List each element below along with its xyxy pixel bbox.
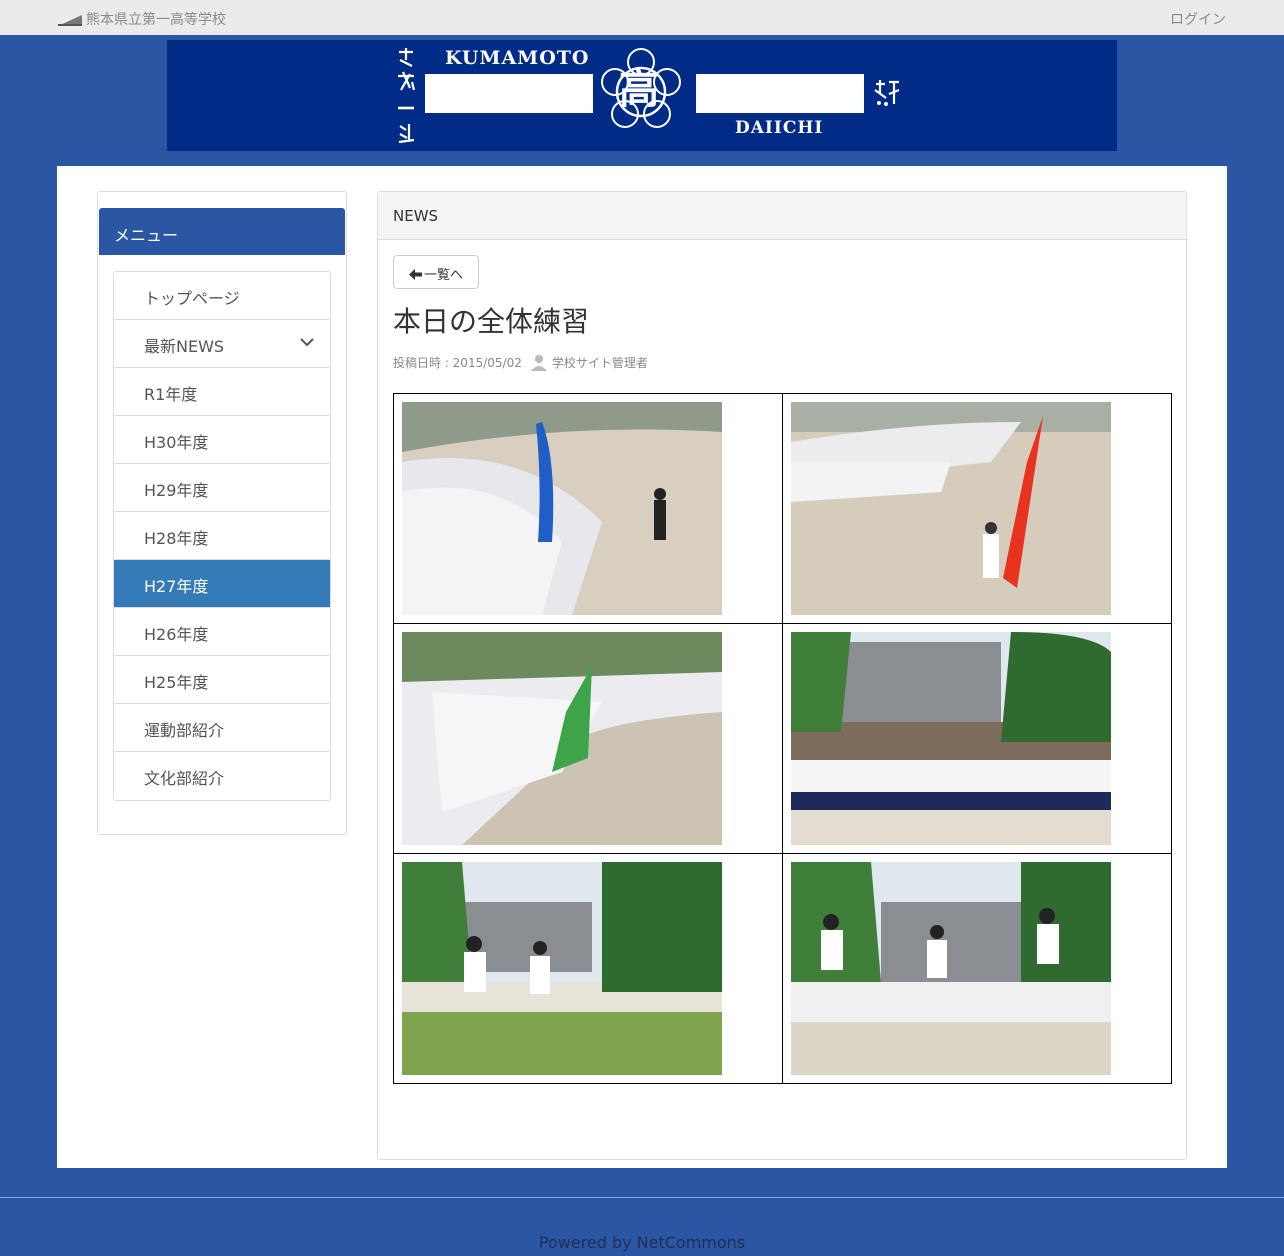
photo-marching-red-flag[interactable] (791, 402, 1111, 615)
sidebar-item-label: H30年度 (144, 433, 209, 452)
sidebar-item-culture-clubs[interactable]: 文化部紹介 (114, 752, 330, 800)
photo-cell (393, 393, 783, 624)
site-name-link[interactable]: 熊本県立第一高等学校 (86, 9, 226, 29)
photo-relay-boys[interactable] (791, 862, 1111, 1075)
sidebar-item-h28[interactable]: H28年度 (114, 512, 330, 560)
site-logo-icon[interactable] (58, 15, 82, 26)
sidebar-item-top-page[interactable]: トップページ (114, 272, 330, 320)
sidebar-item-h26[interactable]: H26年度 (114, 608, 330, 656)
crest-character: 高 (619, 66, 659, 113)
calligraphy-mark-icon (874, 80, 900, 106)
user-avatar-icon (530, 355, 547, 371)
sidebar-item-h29[interactable]: H29年度 (114, 464, 330, 512)
sidebar-item-label: H27年度 (144, 577, 209, 596)
photo-cell (782, 853, 1172, 1084)
banner-name-plate-right (696, 74, 864, 113)
panel-heading: NEWS (378, 192, 1186, 240)
sidebar-item-label: H25年度 (144, 673, 209, 692)
article-title: 本日の全体練習 (393, 305, 590, 338)
sidebar-item-h27[interactable]: H27年度 (114, 560, 330, 608)
main-container: メニュー トップページ 最新NEWS R1年度 H30年度 H29年度 H28年… (57, 166, 1227, 1168)
sidebar-item-label: H29年度 (144, 481, 209, 500)
photo-grid (393, 393, 1172, 1084)
sidebar-item-label: トップページ (144, 289, 240, 308)
back-button-label: 一覧へ (423, 268, 463, 283)
sidebar-item-label: H28年度 (144, 529, 209, 548)
photo-marching-green-flag[interactable] (402, 632, 722, 845)
photo-group-dance[interactable] (791, 632, 1111, 845)
top-bar: 熊本県立第一高等学校 ログイン (0, 0, 1284, 35)
photo-cell (393, 623, 783, 854)
sidebar-item-r1[interactable]: R1年度 (114, 368, 330, 416)
footer-divider (0, 1197, 1284, 1198)
article-meta: 投稿日時 : 2015/05/02 学校サイト管理者 (393, 353, 648, 371)
sidebar: メニュー トップページ 最新NEWS R1年度 H30年度 H29年度 H28年… (97, 191, 347, 835)
sidebar-item-label: R1年度 (144, 385, 198, 404)
sidebar-heading: メニュー (99, 208, 345, 255)
sidebar-item-label: 文化部紹介 (144, 769, 225, 788)
author-name[interactable]: 学校サイト管理者 (552, 356, 648, 370)
sidebar-item-label: 運動部紹介 (144, 721, 225, 740)
sidebar-item-h25[interactable]: H25年度 (114, 656, 330, 704)
sidebar-item-sports-clubs[interactable]: 運動部紹介 (114, 704, 330, 752)
sidebar-item-h30[interactable]: H30年度 (114, 416, 330, 464)
powered-by-link[interactable]: Powered by NetCommons (0, 1233, 1284, 1252)
posted-date: 投稿日時 : 2015/05/02 (393, 356, 522, 370)
school-banner[interactable]: KUMAMOTO 高 DAIICHI (167, 40, 1117, 151)
login-link[interactable]: ログイン (1170, 9, 1226, 29)
banner-name-plate-left (425, 74, 593, 113)
banner-daiichi-text: DAIICHI (735, 118, 824, 138)
sidebar-menu: トップページ 最新NEWS R1年度 H30年度 H29年度 H28年度 H27… (113, 271, 331, 801)
sidebar-item-label: 最新NEWS (144, 337, 225, 356)
photo-relay-girls[interactable] (402, 862, 722, 1075)
photo-cell (782, 393, 1172, 624)
news-panel: NEWS 一覧へ 本日の全体練習 投稿日時 : 2015/05/02 学校サイト… (377, 191, 1187, 1160)
photo-cell (393, 853, 783, 1084)
back-to-list-button[interactable]: 一覧へ (393, 255, 479, 289)
calligraphy-motto-icon (398, 48, 416, 144)
sidebar-item-label: H26年度 (144, 625, 209, 644)
photo-marching-blue-flag[interactable] (402, 402, 722, 615)
photo-cell (782, 623, 1172, 854)
chevron-down-icon[interactable] (300, 337, 314, 347)
arrow-left-icon (408, 269, 422, 280)
sidebar-item-latest-news[interactable]: 最新NEWS (114, 320, 330, 368)
banner-kumamoto-text: KUMAMOTO (445, 47, 590, 69)
